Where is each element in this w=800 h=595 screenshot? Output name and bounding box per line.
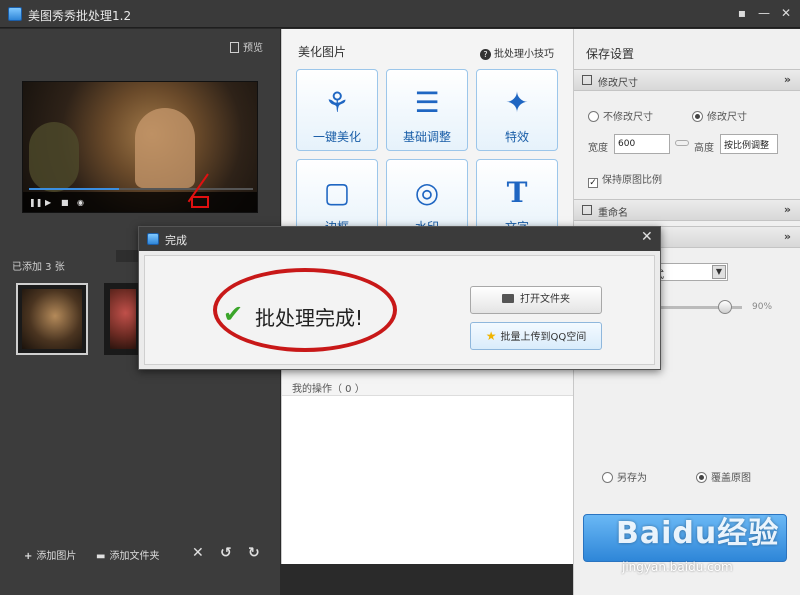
- rename-section-header[interactable]: 重命名 »: [574, 199, 800, 221]
- preview-label: 预览: [243, 43, 263, 54]
- radio-overwrite[interactable]: [696, 472, 707, 483]
- completion-dialog: 完成 ✕ ✔ 批处理完成! 打开文件夹 ★ 批量上传到QQ空间: [138, 226, 661, 370]
- operations-list: [282, 395, 574, 564]
- save-settings-title: 保存设置: [586, 47, 635, 61]
- dialog-title-bar: 完成 ✕: [139, 227, 660, 251]
- beautify-title: 美化图片: [298, 45, 347, 59]
- plus-icon: +: [24, 551, 33, 562]
- folder-icon: [502, 294, 514, 303]
- menu-button[interactable]: ▪: [732, 4, 752, 22]
- chevron-down-icon: ▼: [712, 265, 726, 279]
- radio-save-as[interactable]: [602, 472, 613, 483]
- added-count-label: 已添加 3 张: [12, 262, 65, 273]
- resize-section-header[interactable]: 修改尺寸 »: [574, 69, 800, 91]
- watermark-url: jingyan.baidu.com: [622, 560, 733, 574]
- resize-option[interactable]: 修改尺寸: [692, 108, 747, 123]
- auto-beautify-button[interactable]: ⚘ 一键美化: [296, 69, 378, 151]
- dialog-close-button[interactable]: ✕: [641, 229, 653, 245]
- dialog-body: ✔ 批处理完成! 打开文件夹 ★ 批量上传到QQ空间: [144, 255, 655, 365]
- rotate-left-button[interactable]: ↺: [220, 545, 232, 561]
- chain-link-icon[interactable]: [675, 140, 689, 146]
- app-icon: [147, 233, 159, 245]
- video-progress-bar: [29, 188, 253, 190]
- width-input[interactable]: [614, 134, 670, 154]
- upload-qq-button[interactable]: ★ 批量上传到QQ空间: [470, 322, 602, 350]
- video-control-bar: [23, 192, 257, 212]
- preview-figure-left: [29, 122, 79, 192]
- basic-adjust-button[interactable]: ☰ 基础调整: [386, 69, 468, 151]
- minimize-button[interactable]: —: [754, 4, 774, 22]
- text-icon: T: [506, 176, 528, 209]
- keep-ratio-checkbox[interactable]: ✓: [588, 178, 598, 188]
- preview-figure-center: [135, 108, 195, 188]
- star-icon: ★: [485, 329, 497, 343]
- chevron-right-icon: »: [783, 203, 791, 216]
- tips-link[interactable]: ? 批处理小技巧: [480, 45, 554, 60]
- chevron-down-icon: »: [783, 73, 791, 86]
- height-input[interactable]: [720, 134, 778, 154]
- thumbnail-1[interactable]: [16, 283, 88, 355]
- preview-link[interactable]: 预览: [230, 39, 263, 54]
- save-as-option[interactable]: 另存为: [602, 469, 647, 484]
- check-icon: ✔: [223, 300, 244, 328]
- sliders-icon: ☰: [414, 86, 440, 119]
- watermark-icon: ◎: [414, 176, 440, 209]
- quality-value: 90%: [752, 302, 773, 312]
- width-label: 宽度: [588, 143, 608, 154]
- baidu-watermark: Baidu经验: [616, 516, 780, 551]
- volume-icon: ◉: [77, 198, 84, 207]
- thumbnail-2[interactable]: [104, 283, 142, 355]
- dialog-title: 完成: [165, 234, 187, 247]
- height-label: 高度: [694, 143, 714, 154]
- magic-wand-icon: ✦: [505, 86, 529, 119]
- highlight-box: [191, 196, 209, 208]
- quality-slider-handle[interactable]: [718, 300, 732, 314]
- app-icon: [8, 7, 22, 21]
- play-icon: ▶: [45, 198, 52, 207]
- tulip-icon: ⚘: [324, 86, 350, 119]
- format-select[interactable]: 式 ▼: [650, 263, 728, 281]
- frame-icon: ▢: [323, 176, 351, 209]
- keep-ratio-option[interactable]: ✓ 保持原图比例: [588, 171, 662, 188]
- title-bar: 美图秀秀批处理1.2 ▪ — ✕: [0, 0, 800, 28]
- resize-icon: [582, 75, 592, 85]
- pause-icon: ❚❚: [29, 198, 43, 207]
- add-image-button[interactable]: + 添加图片: [24, 547, 76, 562]
- rename-icon: [582, 205, 592, 215]
- chevron-down-icon: »: [783, 230, 791, 243]
- window-title: 美图秀秀批处理1.2: [28, 9, 132, 23]
- radio-resize[interactable]: [692, 111, 703, 122]
- overwrite-option[interactable]: 覆盖原图: [696, 469, 751, 484]
- completion-message: 批处理完成!: [255, 306, 364, 330]
- stop-icon: ■: [61, 198, 69, 207]
- open-folder-button[interactable]: 打开文件夹: [470, 286, 602, 314]
- help-icon: ?: [480, 49, 491, 60]
- my-operations-label: 我的操作（ 0 ）: [292, 384, 365, 395]
- close-button[interactable]: ✕: [776, 4, 796, 22]
- no-resize-option[interactable]: 不修改尺寸: [588, 108, 653, 123]
- tab-notch: [116, 250, 138, 262]
- rotate-right-button[interactable]: ↻: [248, 545, 260, 561]
- left-toolbar: + 添加图片 ▬ 添加文件夹 ✕ ↺ ↻: [0, 541, 280, 571]
- delete-button[interactable]: ✕: [192, 545, 204, 561]
- effects-button[interactable]: ✦ 特效: [476, 69, 558, 151]
- folder-icon: ▬: [96, 551, 106, 562]
- radio-no-resize[interactable]: [588, 111, 599, 122]
- preview-image: ❚❚ ▶ ■ ◉: [22, 81, 258, 213]
- document-icon: [230, 42, 239, 53]
- add-folder-button[interactable]: ▬ 添加文件夹: [96, 547, 159, 562]
